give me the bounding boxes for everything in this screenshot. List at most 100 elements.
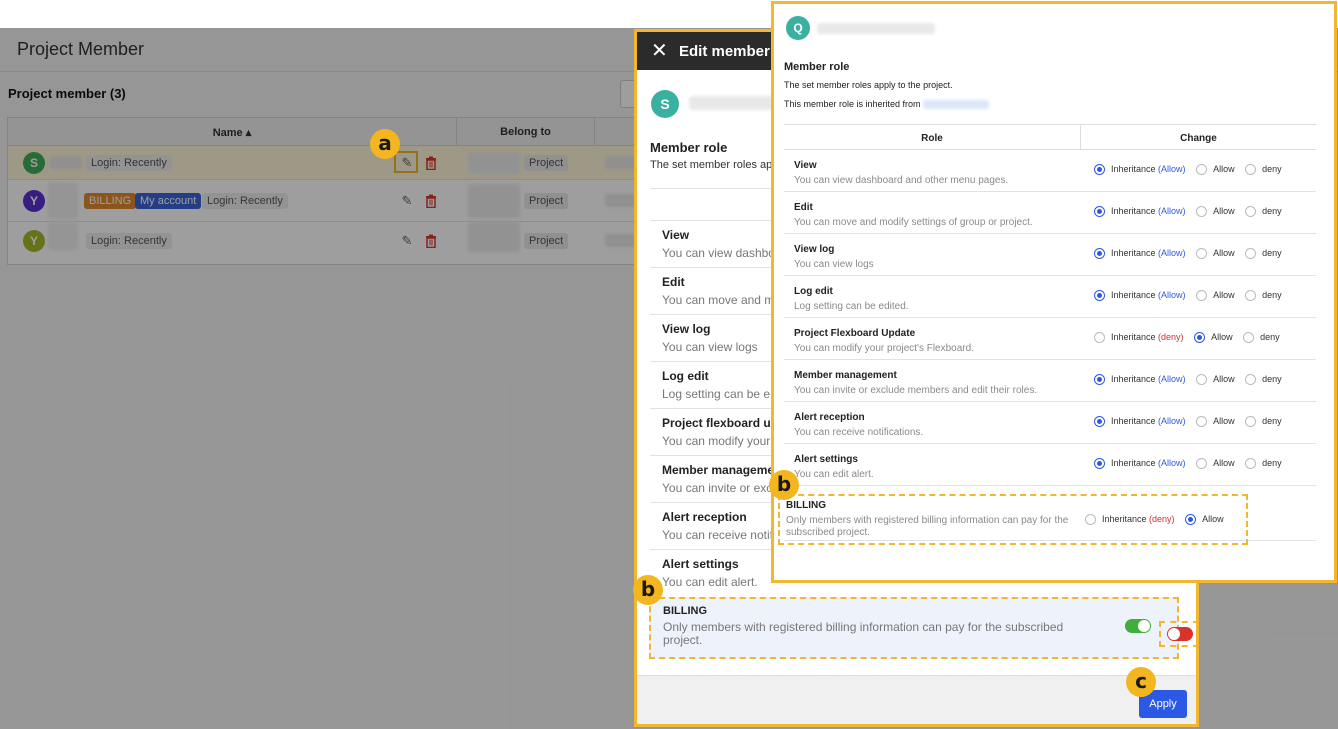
close-icon[interactable]: ✕ [651, 41, 668, 61]
option-deny[interactable]: deny [1245, 206, 1282, 218]
radio-selected[interactable] [1094, 206, 1105, 218]
radio[interactable] [1245, 164, 1257, 176]
inherit-source-desc: This member role is inherited from [784, 99, 990, 110]
role-desc: Log setting can be e [662, 387, 771, 401]
option-deny[interactable]: deny [1245, 458, 1282, 470]
option-allow[interactable]: Allow [1196, 290, 1235, 302]
option-inheritance[interactable]: Inheritance (Allow) [1094, 164, 1186, 176]
callout-b-inset: b [769, 470, 799, 500]
role-name: View [794, 160, 817, 171]
role-desc: You can modify your [662, 434, 771, 448]
callout-b: b [633, 575, 663, 605]
role-row-project-flexboard: Project Flexboard Update You can modify … [784, 318, 1316, 360]
option-allow[interactable]: Allow [1194, 332, 1233, 344]
option-deny[interactable]: deny [1245, 374, 1282, 386]
role-desc: You can receive notif [662, 528, 773, 542]
role-name: Log edit [794, 286, 833, 297]
radio-selected[interactable] [1094, 290, 1105, 302]
role-name: View log [662, 322, 711, 336]
member-role-desc: The set member roles apply to the projec… [784, 80, 953, 90]
role-desc: You can receive notifications. [794, 427, 924, 438]
role-name: Edit [662, 275, 685, 289]
option-allow[interactable]: Allow [1196, 164, 1235, 176]
role-table-header: Role Change [784, 124, 1316, 150]
role-options: Inheritance (Allow) Allow deny [1094, 248, 1290, 262]
radio-selected[interactable] [1185, 514, 1197, 526]
role-name: BILLING [663, 605, 707, 617]
role-desc: Log setting can be edited. [794, 301, 909, 312]
role-options: Inheritance (Allow) Allow deny [1094, 458, 1290, 472]
role-desc: Only members with registered billing inf… [663, 620, 1064, 647]
option-deny[interactable]: deny [1245, 416, 1282, 428]
radio-selected[interactable] [1094, 164, 1105, 176]
role-name: Project Flexboard Update [794, 328, 916, 339]
role-desc: You can edit alert. [794, 469, 874, 480]
avatar: Q [786, 16, 810, 40]
radio[interactable] [1196, 458, 1208, 470]
option-inheritance[interactable]: Inheritance (Allow) [1094, 458, 1186, 470]
role-row-edit: Edit You can move and modify settings of… [784, 192, 1316, 234]
option-deny[interactable]: deny [1245, 290, 1282, 302]
radio[interactable] [1245, 458, 1257, 470]
toggle-off-highlight [1159, 621, 1196, 647]
avatar: S [651, 90, 679, 118]
inherit-source-link[interactable] [923, 100, 990, 110]
member-role-title: Member role [784, 61, 850, 73]
radio-selected[interactable] [1194, 332, 1206, 344]
option-inheritance[interactable]: Inheritance (deny) [1085, 514, 1175, 526]
role-row-view-log: View log You can view logs Inheritance (… [784, 234, 1316, 276]
role-table: Role Change View You can view dashboard … [784, 124, 1316, 541]
option-inheritance[interactable]: Inheritance (deny) [1094, 332, 1184, 344]
radio[interactable] [1196, 248, 1208, 260]
option-allow[interactable]: Allow [1196, 416, 1235, 428]
option-deny[interactable]: deny [1245, 164, 1282, 176]
option-inheritance[interactable]: Inheritance (Allow) [1094, 416, 1186, 428]
radio[interactable] [1094, 332, 1105, 344]
radio-selected[interactable] [1094, 374, 1105, 386]
option-deny[interactable]: deny [1245, 248, 1282, 260]
option-allow[interactable]: Allow [1185, 514, 1224, 526]
drawer-footer: Apply [637, 675, 1196, 724]
role-desc: You can view logs [662, 340, 758, 354]
radio[interactable] [1196, 164, 1208, 176]
radio[interactable] [1243, 332, 1255, 344]
radio-selected[interactable] [1094, 458, 1105, 470]
radio[interactable] [1196, 206, 1208, 218]
role-desc: You can view logs [794, 259, 874, 270]
billing-toggle-on[interactable] [1125, 619, 1151, 633]
radio[interactable] [1245, 290, 1257, 302]
member-role-zoom-inset: Q Member role The set member roles apply… [771, 1, 1337, 583]
radio[interactable] [1245, 206, 1257, 218]
role-row-billing: BILLING Only members with registered bil… [778, 494, 1248, 545]
radio[interactable] [1085, 514, 1096, 526]
option-inheritance[interactable]: Inheritance (Allow) [1094, 248, 1186, 260]
radio-selected[interactable] [1094, 416, 1105, 428]
role-desc: You can invite or exclude members and ed… [794, 385, 1038, 396]
role-name: Alert settings [794, 454, 858, 465]
role-row-alert-settings: Alert settings You can edit alert. Inher… [784, 444, 1316, 486]
option-allow[interactable]: Allow [1196, 206, 1235, 218]
option-inheritance[interactable]: Inheritance (Allow) [1094, 290, 1186, 302]
radio-selected[interactable] [1094, 248, 1105, 260]
option-inheritance[interactable]: Inheritance (Allow) [1094, 374, 1186, 386]
billing-toggle-off[interactable] [1167, 627, 1193, 641]
redacted-user-name [689, 96, 779, 110]
option-inheritance[interactable]: Inheritance (Allow) [1094, 206, 1186, 218]
option-deny[interactable]: deny [1243, 332, 1280, 344]
radio[interactable] [1245, 248, 1257, 260]
option-allow[interactable]: Allow [1196, 374, 1235, 386]
radio[interactable] [1245, 374, 1257, 386]
billing-role-item: BILLING Only members with registered bil… [649, 597, 1179, 659]
option-allow[interactable]: Allow [1196, 458, 1235, 470]
radio[interactable] [1196, 416, 1208, 428]
role-row-alert-reception: Alert reception You can receive notifica… [784, 402, 1316, 444]
column-header-change: Change [1080, 125, 1316, 149]
role-desc: You can move and m [662, 293, 775, 307]
radio[interactable] [1196, 290, 1208, 302]
radio[interactable] [1196, 374, 1208, 386]
member-role-title: Member role [650, 140, 728, 155]
role-name: View [662, 228, 690, 242]
radio[interactable] [1245, 416, 1257, 428]
role-name: Log edit [662, 369, 709, 383]
option-allow[interactable]: Allow [1196, 248, 1235, 260]
